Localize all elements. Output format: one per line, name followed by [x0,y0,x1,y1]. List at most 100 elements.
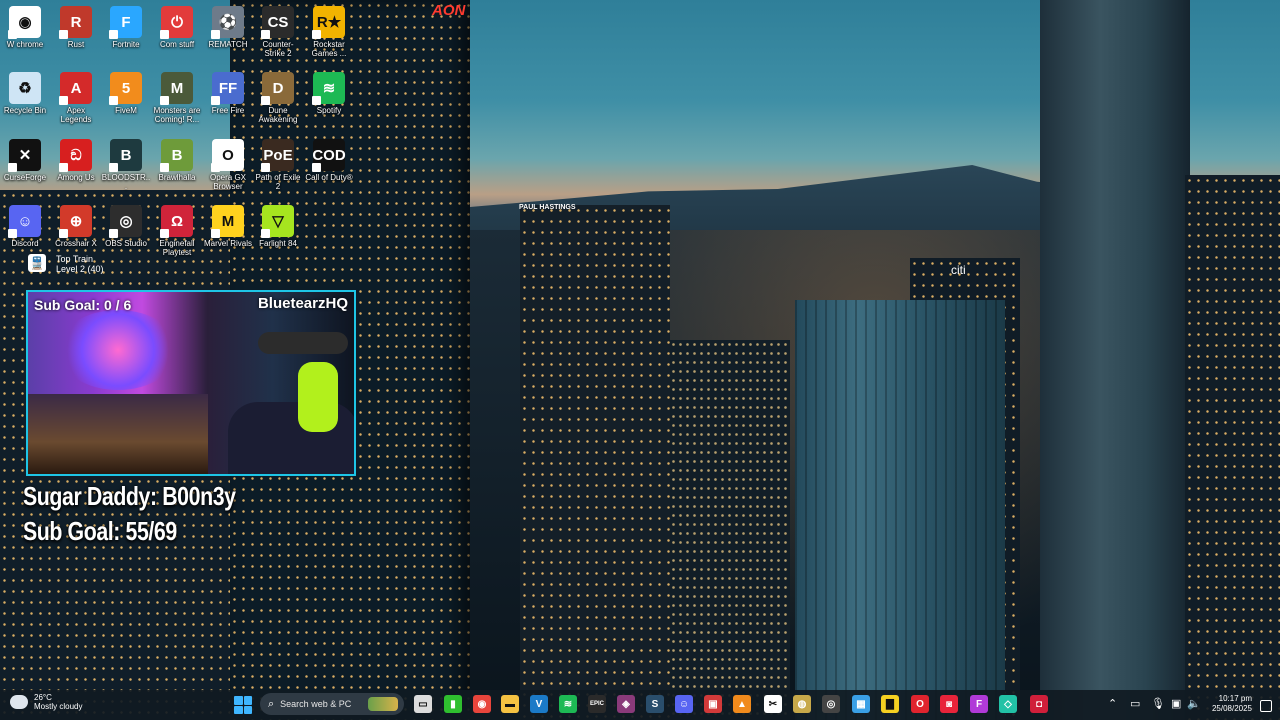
top-train-level: Level 2 (40) [56,264,104,274]
webcam-overlay: Sub Goal: 0 / 6 BluetearzHQ [26,290,356,476]
desktop-icon-fivem[interactable]: 5 FiveM [101,72,151,115]
desktop-icon-label: Monsters are Coming! R... [153,106,201,124]
cloud-icon [10,695,28,709]
app-icon: R [59,6,92,39]
top-train-widget: 🚆 Top Train Level 2 (40) [28,254,104,274]
volume-icon[interactable]: 🔈 [1187,697,1201,710]
desktop-icon-rematch[interactable]: ⚽ REMATCH [203,6,253,49]
weather-widget[interactable]: 26°C Mostly cloudy [10,693,82,711]
capcut-icon[interactable]: ✂ [764,695,782,713]
desktop-icon-label: Counter-Strike 2 [262,40,294,58]
app3-icon[interactable]: ◍ [793,695,811,713]
desktop-icon-apex-legends[interactable]: A Apex Legends [51,72,101,124]
desktop-icon-spotify[interactable]: ≋ Spotify [304,72,354,115]
desktop-icon-marvel-rivals[interactable]: M Marvel Rivals [203,205,253,248]
train-icon: 🚆 [28,254,46,272]
gx-icon[interactable]: ◙ [940,695,958,713]
desktop-icon-label: Dune Awakening [258,106,298,124]
desktop-icon-among-us[interactable]: ඞ Among Us [51,139,101,182]
desktop-icon-label: OBS Studio [105,239,147,248]
sugar-daddy-label: Sugar Daddy: B00n3y [23,481,236,511]
file-icon[interactable]: ▭ [414,695,432,713]
desktop-icon-curseforge[interactable]: ✕ CurseForge [0,139,50,182]
figma-icon[interactable]: F [970,695,988,713]
app-icon: COD [312,139,346,172]
vlc-icon[interactable]: ▲ [733,695,751,713]
desktop-icon-bloodstr[interactable]: B BLOODSTR... [101,139,151,191]
building-sign: AON [432,2,466,19]
clock[interactable]: 10:17 pm 25/08/2025 [1212,694,1252,714]
network-icon[interactable]: ▣ [1171,697,1181,710]
app-icon: 5 [109,72,142,105]
app-icon: ▽ [261,205,294,238]
top-train-title: Top Train [56,254,94,264]
desktop-icon-label: Among Us [57,173,95,182]
app-icon: R★ [312,6,345,39]
app-icon: ◎ [109,205,142,238]
app-icon[interactable]: ◈ [617,695,635,713]
desktop-icon-fortnite[interactable]: F Fortnite [101,6,151,49]
vscode-icon[interactable]: V [530,695,548,713]
discord-icon[interactable]: ☺ [675,695,693,713]
spotify-icon[interactable]: ≋ [559,695,577,713]
xbox-icon[interactable]: ▮ [444,695,462,713]
clock-date: 25/08/2025 [1211,704,1252,713]
app5-icon[interactable]: ◘ [1030,695,1048,713]
app4-icon[interactable]: ◇ [999,695,1017,713]
desktop-icon-rockstar-games[interactable]: R★ Rockstar Games ... [304,6,354,58]
app-icon: A [59,72,92,105]
opera-icon[interactable]: O [911,695,929,713]
desktop-icon-com-stuff[interactable]: ⏻ Com stuff [152,6,202,49]
app-icon: Ω [160,205,193,238]
building [795,300,1005,720]
desktop-icon-label: Path of Exile 2 [255,173,301,191]
desktop-icon-monsters-are-coming-r[interactable]: M Monsters are Coming! R... [152,72,202,124]
desktop-icon-crosshair-x[interactable]: ⊕ Crosshair X [51,205,101,248]
app-icon: FF [211,72,244,105]
desktop-icon-enginefall-playtest[interactable]: Ω Enginefall Playtest [152,205,202,257]
notification-icon[interactable] [1260,700,1272,712]
search-box[interactable]: ⌕ Search web & PC [260,693,404,715]
desktop-icon-discord[interactable]: ☺ Discord [0,205,50,248]
epic-icon[interactable]: EPIC [588,695,606,713]
desktop-icon-obs-studio[interactable]: ◎ OBS Studio [101,205,151,248]
chevron-up-icon[interactable]: ⌃ [1108,697,1117,710]
app-icon: CS [261,6,294,39]
app-icon: ☺ [8,205,41,238]
desktop-icon-recycle-bin[interactable]: ♻ Recycle Bin [0,72,50,115]
app-icon: ✕ [8,139,41,172]
desktop-icon-call-of-duty[interactable]: COD Call of Duty® [304,139,354,182]
obs-icon[interactable]: ◎ [822,695,840,713]
sub-goal-label: Sub Goal: 55/69 [23,516,177,546]
desktop-icon-label: Rust [67,40,85,49]
desktop-icon-label: REMATCH [208,40,248,49]
building [1040,0,1190,720]
desktop-icon-w-chrome[interactable]: ◉ W chrome [0,6,50,49]
desktop-icon-label: BLOODSTR... [101,173,151,191]
desktop-icon-free-fire[interactable]: FF Free Fire [203,72,253,115]
desktop-icon-label: CurseForge [3,173,47,182]
desktop-icon-path-of-exile-2[interactable]: PoE Path of Exile 2 [253,139,303,191]
desktop-icon-dune-awakening[interactable]: D Dune Awakening [253,72,303,124]
desktop-icon-brawlhalla[interactable]: B Brawlhalla [152,139,202,182]
cam-streamer-name: BluetearzHQ [257,295,348,312]
chrome-icon[interactable]: ◉ [473,695,491,713]
desktop-icon-opera-gx-browser[interactable]: O Opera GX Browser [203,139,253,191]
steam-icon[interactable]: S [646,695,664,713]
app-icon: ⏻ [160,6,193,39]
desktop-icon-label: Com stuff [159,40,195,49]
desktop-icon-rust[interactable]: R Rust [51,6,101,49]
desktop-icon-farlight-84[interactable]: ▽ Farlight 84 [253,205,303,248]
folder-icon[interactable]: ▬ [501,695,519,713]
app2-icon[interactable]: ▣ [704,695,722,713]
microphone-icon[interactable]: 🎙 [1151,697,1165,710]
building-sign: PAUL HASTINGS [519,204,576,211]
notes-icon[interactable]: ▇ [881,695,899,713]
desktop-icon-counter-strike-2[interactable]: CS Counter-Strike 2 [253,6,303,58]
photos-icon[interactable]: ▦ [852,695,870,713]
battery-icon[interactable]: ▭ [1130,697,1140,710]
app-icon: B [109,139,142,172]
cam-sub-goal: Sub Goal: 0 / 6 [34,297,132,313]
start-button[interactable] [234,696,252,714]
search-highlight-image [368,697,398,711]
